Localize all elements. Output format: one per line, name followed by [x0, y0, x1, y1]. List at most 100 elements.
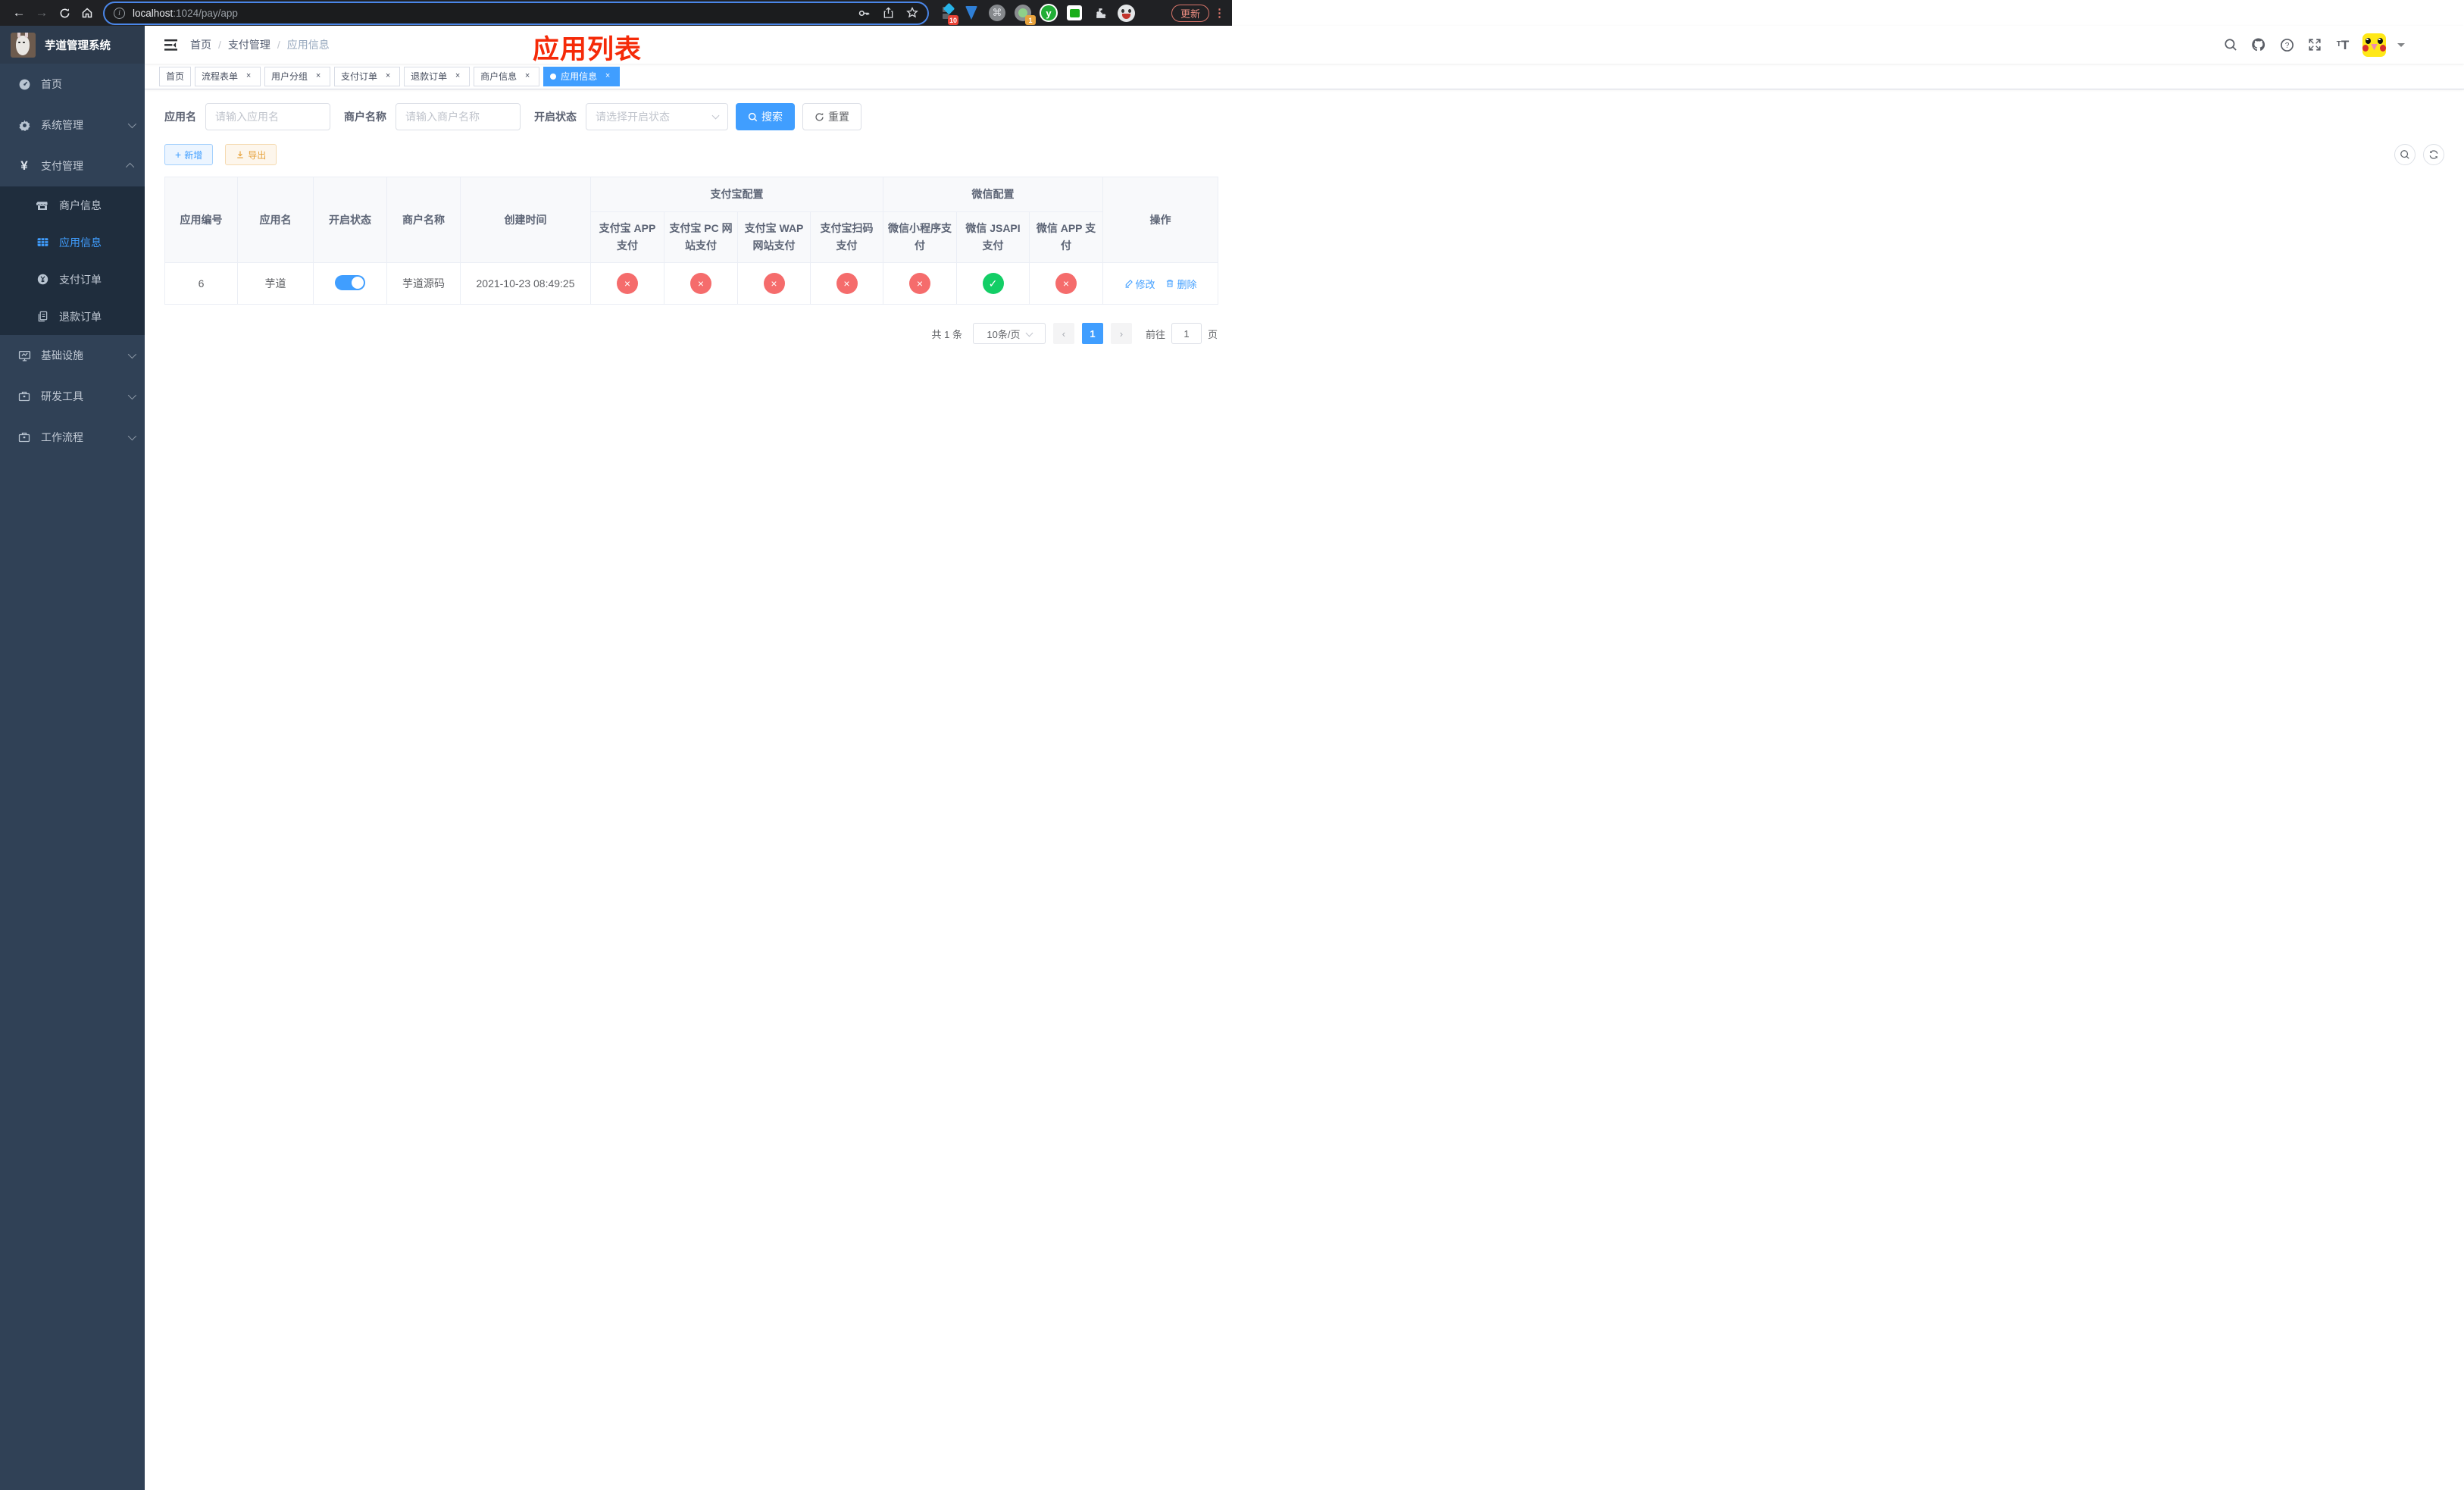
- sidebar-menu: 首页 系统管理 ¥ 支付管理 商户信息 应用信息 支付订单 退款订单 基础设施 …: [0, 64, 145, 458]
- back-icon[interactable]: ←: [8, 2, 30, 24]
- cell-alipay-app: ×: [590, 262, 664, 305]
- col-header-status: 开启状态: [313, 177, 387, 263]
- chrome-menu-icon[interactable]: ⋮: [1214, 6, 1225, 20]
- group-header-wechat: 微信配置: [883, 177, 1103, 212]
- sidebar-collapse-icon[interactable]: [157, 31, 184, 58]
- extension-kite-icon[interactable]: [962, 4, 980, 22]
- status-cross-icon: ×: [1055, 273, 1077, 294]
- extensions-puzzle-icon[interactable]: [1091, 4, 1109, 22]
- share-icon[interactable]: [883, 7, 894, 19]
- refresh-icon[interactable]: [2423, 144, 2444, 165]
- app-name-label: 应用名: [164, 111, 196, 123]
- status-select[interactable]: 请选择开启状态: [586, 103, 728, 130]
- extension-yudao-icon[interactable]: y: [1040, 4, 1058, 22]
- close-icon[interactable]: ×: [452, 71, 463, 82]
- header-search-icon[interactable]: [2222, 36, 2239, 53]
- sidebar-item-dev-tools[interactable]: 研发工具: [0, 376, 145, 417]
- breadcrumb-current: 应用信息: [286, 39, 330, 51]
- page-number-button[interactable]: 1: [1081, 323, 1103, 344]
- reset-button[interactable]: 重置: [802, 103, 861, 130]
- fullscreen-icon[interactable]: [2306, 36, 2323, 53]
- help-icon[interactable]: ?: [2278, 36, 2295, 53]
- delete-link[interactable]: 删除: [1165, 277, 1196, 291]
- add-button[interactable]: + 新增: [164, 144, 214, 165]
- password-key-icon[interactable]: [858, 7, 871, 20]
- goto-page-input[interactable]: [1171, 323, 1202, 344]
- github-icon[interactable]: [2250, 36, 2267, 53]
- close-icon[interactable]: ×: [313, 71, 324, 82]
- cell-created: 2021-10-23 08:49:25: [460, 262, 591, 305]
- tab-app-info[interactable]: 应用信息 ×: [543, 66, 621, 86]
- user-avatar[interactable]: [2362, 33, 2386, 57]
- forward-icon[interactable]: →: [30, 2, 53, 24]
- payment-submenu: 商户信息 应用信息 支付订单 退款订单: [0, 186, 145, 335]
- cell-wechat-jsapi: ✓: [956, 262, 1030, 305]
- page-size-select[interactable]: 10条/页: [972, 323, 1046, 344]
- col-header-alipay-app: 支付宝 APP 支付: [590, 211, 664, 263]
- url-bar[interactable]: i localhost:1024/pay/app: [105, 2, 927, 23]
- col-header-app-name: 应用名: [237, 177, 314, 263]
- sidebar-item-app-info[interactable]: 应用信息: [0, 224, 145, 261]
- chevron-down-icon: [127, 390, 137, 400]
- col-header-merchant: 商户名称: [386, 177, 461, 263]
- cell-operations: 修改 删除: [1102, 262, 1218, 305]
- tags-view-bar: 首页× 流程表单× 用户分组× 支付订单× 退款订单× 商户信息× 应用信息×: [145, 64, 2464, 89]
- home-icon[interactable]: [76, 2, 98, 24]
- site-info-icon[interactable]: i: [114, 7, 125, 19]
- tab-refund-orders[interactable]: 退款订单 ×: [404, 66, 471, 86]
- avatar-caret-icon[interactable]: [2397, 42, 2405, 51]
- browser-profile-avatar[interactable]: [1117, 4, 1135, 22]
- edit-link[interactable]: 修改: [1124, 277, 1155, 291]
- app-name-input[interactable]: [205, 103, 330, 130]
- cell-alipay-pc: ×: [664, 262, 738, 305]
- sidebar-item-system[interactable]: 系统管理: [0, 105, 145, 146]
- close-icon[interactable]: ×: [243, 71, 254, 82]
- app-title: 芋道管理系统: [45, 39, 111, 52]
- tab-merchant-info[interactable]: 商户信息 ×: [474, 66, 540, 86]
- font-size-icon[interactable]: TT: [2334, 36, 2351, 53]
- export-button[interactable]: 导出: [225, 144, 277, 165]
- bookmark-star-icon[interactable]: [906, 7, 918, 19]
- extension-grid-icon[interactable]: 10: [937, 2, 958, 25]
- extension-profile-icon[interactable]: 1: [1014, 4, 1036, 25]
- col-header-wechat-jsapi: 微信 JSAPI 支付: [956, 211, 1030, 263]
- sidebar-item-home[interactable]: 首页: [0, 64, 145, 105]
- status-cross-icon: ×: [909, 273, 930, 294]
- reload-icon[interactable]: [53, 2, 76, 24]
- close-icon[interactable]: ×: [602, 71, 613, 82]
- sidebar-item-payment[interactable]: ¥ 支付管理: [0, 146, 145, 186]
- sidebar-item-infrastructure[interactable]: 基础设施: [0, 335, 145, 376]
- sidebar-item-workflow[interactable]: 工作流程: [0, 417, 145, 458]
- breadcrumb-home[interactable]: 首页: [190, 37, 211, 52]
- status-cross-icon: ×: [617, 273, 638, 294]
- close-icon[interactable]: ×: [522, 71, 533, 82]
- goto-suffix: 页: [1207, 328, 1218, 340]
- cell-status: [313, 262, 387, 305]
- tab-user-group[interactable]: 用户分组 ×: [264, 66, 331, 86]
- col-header-operations: 操作: [1102, 177, 1218, 263]
- search-button[interactable]: 搜索: [736, 103, 795, 130]
- breadcrumb-payment[interactable]: 支付管理: [228, 37, 270, 52]
- tab-process-form[interactable]: 流程表单 ×: [195, 66, 261, 86]
- prev-page-button[interactable]: ‹: [1052, 323, 1074, 344]
- extension-command-icon[interactable]: ⌘: [988, 4, 1006, 22]
- chevron-down-icon: [127, 431, 137, 441]
- tab-home[interactable]: 首页×: [159, 66, 192, 86]
- next-page-button[interactable]: ›: [1110, 323, 1132, 344]
- app-logo[interactable]: 芋道管理系统: [0, 26, 145, 64]
- status-toggle[interactable]: [335, 274, 365, 290]
- tab-pay-orders[interactable]: 支付订单 ×: [334, 66, 401, 86]
- status-label: 开启状态: [534, 111, 577, 123]
- sidebar-item-merchant-info[interactable]: 商户信息: [0, 186, 145, 224]
- status-check-icon: ✓: [982, 273, 1004, 294]
- chevron-down-icon: [127, 349, 137, 359]
- close-icon[interactable]: ×: [383, 71, 393, 82]
- merchant-name-input[interactable]: [396, 103, 521, 130]
- dashboard-icon: [15, 78, 33, 91]
- yen-circle-icon: [33, 273, 52, 286]
- extension-chat-icon[interactable]: [1065, 4, 1083, 22]
- toggle-search-icon[interactable]: [2394, 144, 2416, 165]
- sidebar-item-pay-orders[interactable]: 支付订单: [0, 261, 145, 298]
- sidebar-item-refund-orders[interactable]: 退款订单: [0, 298, 145, 335]
- chrome-update-button[interactable]: 更新: [1171, 4, 1209, 22]
